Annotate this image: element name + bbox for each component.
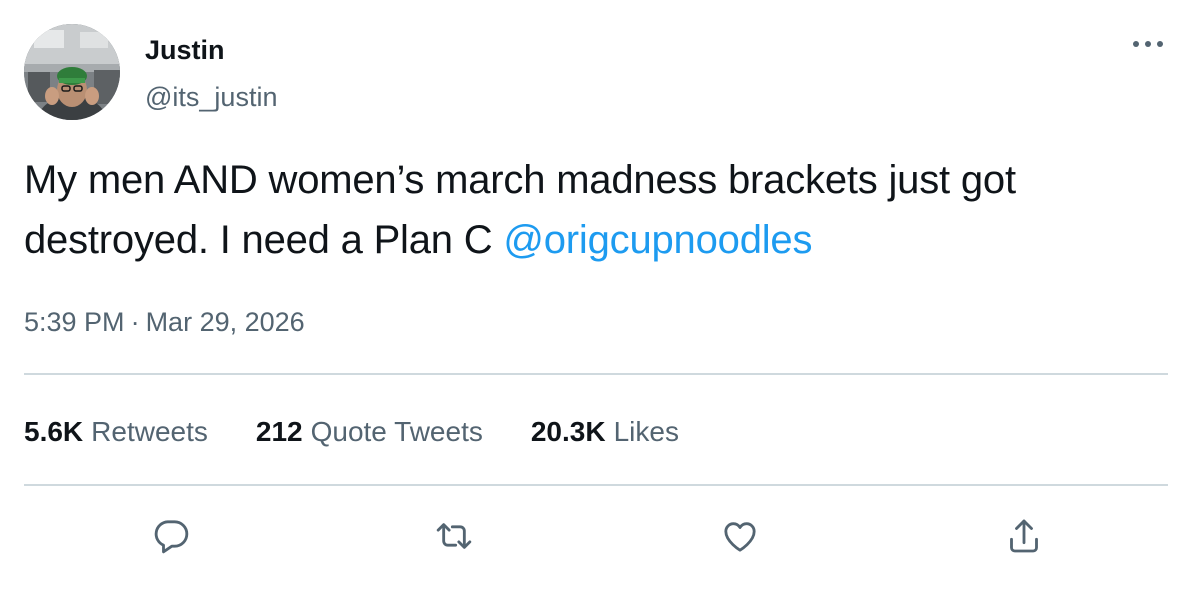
user-handle[interactable]: @its_justin <box>145 81 277 113</box>
share-icon <box>1010 519 1038 553</box>
retweet-button[interactable] <box>430 512 478 560</box>
share-button[interactable] <box>1000 512 1048 560</box>
quote-tweets-count: 212 <box>255 416 303 447</box>
retweets-label: Retweets <box>91 416 208 447</box>
more-icon <box>1133 41 1163 47</box>
retweets-stat[interactable]: 5.6K Retweets <box>24 415 208 449</box>
quote-tweets-label: Quote Tweets <box>310 416 483 447</box>
reply-icon <box>154 520 189 554</box>
divider <box>24 484 1168 486</box>
mention-link[interactable]: @origcupnoodles <box>503 218 812 262</box>
likes-count: 20.3K <box>530 416 606 447</box>
tweet-card: Justin @its_justin My men AND women’s ma… <box>0 0 1192 606</box>
tweet-text: My men AND women’s march madness bracket… <box>24 150 1154 270</box>
reply-button[interactable] <box>147 512 195 560</box>
timestamp-separator: · <box>130 307 140 337</box>
retweets-count: 5.6K <box>24 416 84 447</box>
tweet-date: Mar 29, 2026 <box>145 307 305 337</box>
tweet-time: 5:39 PM <box>24 307 125 337</box>
like-button[interactable] <box>716 512 764 560</box>
engagement-stats: 5.6K Retweets 212 Quote Tweets 20.3K Lik… <box>24 415 679 449</box>
retweet-icon <box>436 523 472 549</box>
avatar-image <box>24 24 120 120</box>
like-icon <box>724 522 756 552</box>
quote-tweets-stat[interactable]: 212 Quote Tweets <box>256 415 483 449</box>
avatar[interactable] <box>24 24 120 120</box>
divider <box>24 373 1168 375</box>
tweet-timestamp[interactable]: 5:39 PM · Mar 29, 2026 <box>24 306 305 338</box>
more-options-button[interactable] <box>1124 30 1172 58</box>
display-name[interactable]: Justin <box>145 34 225 66</box>
likes-label: Likes <box>613 416 679 447</box>
likes-stat[interactable]: 20.3K Likes <box>531 415 679 449</box>
